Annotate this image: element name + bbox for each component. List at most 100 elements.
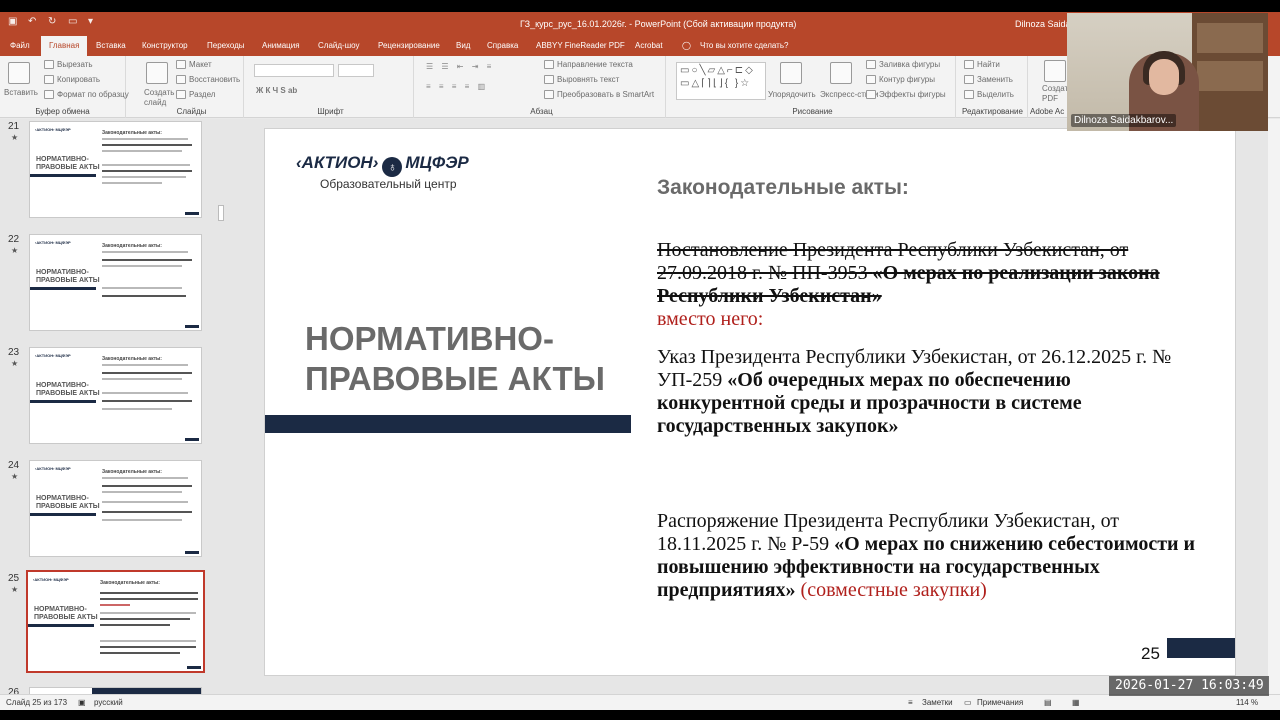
shape-fill-button[interactable]: Заливка фигуры: [866, 60, 940, 69]
copy-button[interactable]: Копировать: [44, 75, 100, 84]
align-text-button[interactable]: Выровнять текст: [544, 75, 619, 84]
zoom-level[interactable]: 114 %: [1236, 698, 1258, 707]
tab-review[interactable]: Рецензирование: [378, 41, 440, 50]
paste-button[interactable]: Вставить: [4, 88, 38, 97]
slide-thumbnail-22[interactable]: ‹АКТИОН› МЦФЭР НОРМАТИВНО- ПРАВОВЫЕ АКТЫ …: [29, 234, 202, 331]
copy-icon: [44, 75, 54, 84]
thumb-line: [102, 265, 182, 267]
replace-button[interactable]: Заменить: [964, 75, 1013, 84]
start-slideshow-icon[interactable]: ▭: [68, 17, 78, 27]
thumbnails-scrollbar[interactable]: [216, 119, 226, 694]
thumb-heading: Законодательные акты:: [102, 356, 162, 362]
slide-thumbnail-25[interactable]: ‹АКТИОН› МЦФЭР НОРМАТИВНО- ПРАВОВЫЕ АКТЫ …: [26, 570, 205, 673]
thumb-number: 24: [8, 460, 20, 471]
spellcheck-icon[interactable]: ▣: [78, 698, 86, 707]
tab-home[interactable]: Главная: [41, 36, 88, 56]
paste-icon[interactable]: [8, 62, 30, 84]
text-direction-button[interactable]: Направление текста: [544, 60, 633, 69]
animation-star-icon: ★: [11, 133, 19, 142]
paragraph-repealed: Постановление Президента Республики Узбе…: [657, 239, 1202, 331]
current-slide[interactable]: ‹АКТИОН› ♁ МЦФЭР Образовательный центр НОР…: [265, 129, 1235, 675]
recording-timestamp: 2026-01-27 16:03:49: [1109, 676, 1269, 696]
pdf-icon[interactable]: [1044, 60, 1066, 82]
format-painter-button[interactable]: Формат по образцу: [44, 90, 129, 99]
layout-button[interactable]: Макет: [176, 60, 212, 69]
comments-icon[interactable]: ▭: [964, 698, 972, 707]
editor-scrollbar[interactable]: [1268, 119, 1280, 694]
language-indicator[interactable]: русский: [94, 698, 123, 707]
smartart-icon: [544, 90, 554, 99]
slide-thumbnail-21[interactable]: ‹АКТИОН› МЦФЭР НОРМАТИВНО- ПРАВОВЫЕ АКТЫ …: [29, 121, 202, 218]
tab-view[interactable]: Вид: [456, 41, 470, 50]
tab-animations[interactable]: Анимация: [262, 41, 300, 50]
smartart-button[interactable]: Преобразовать в SmartArt: [544, 90, 654, 99]
save-icon[interactable]: ▣: [8, 17, 18, 27]
tab-acrobat[interactable]: Acrobat: [635, 41, 663, 50]
font-name-dropdown[interactable]: [254, 64, 334, 77]
thumb-footer-bar: [185, 212, 199, 215]
tab-design[interactable]: Конструктор: [142, 41, 188, 50]
thumb-logo: ‹АКТИОН› МЦФЭР: [35, 240, 71, 245]
thumb-line: [100, 618, 190, 620]
list-buttons[interactable]: ☰ ☰ ⇤ ⇥ ≡: [426, 62, 494, 71]
font-format-buttons[interactable]: Ж К Ч S ab: [256, 86, 297, 95]
thumb-line: [102, 259, 192, 261]
cut-button[interactable]: Вырезать: [44, 60, 93, 69]
scrollbar-thumb[interactable]: [218, 205, 224, 221]
tab-slideshow[interactable]: Слайд-шоу: [318, 41, 359, 50]
tab-transitions[interactable]: Переходы: [207, 41, 245, 50]
thumb-heading: Законодательные акты:: [100, 580, 160, 586]
reset-button[interactable]: Восстановить: [176, 75, 240, 84]
alignment-buttons[interactable]: ≡ ≡ ≡ ≡ ▥: [426, 82, 488, 91]
tell-me-search[interactable]: Что вы хотите сделать?: [700, 41, 788, 50]
thumb-logo: ‹АКТИОН› МЦФЭР: [33, 577, 69, 582]
new-slide-icon[interactable]: [146, 62, 168, 84]
align-text-icon: [544, 75, 554, 84]
webcam-face: [1149, 59, 1179, 95]
thumb-line: [102, 392, 188, 394]
slide-thumbnail-24[interactable]: ‹АКТИОН› МЦФЭР НОРМАТИВНО- ПРАВОВЫЕ АКТЫ …: [29, 460, 202, 557]
lightbulb-icon: ◯: [682, 41, 691, 50]
arrange-button[interactable]: Упорядочить: [768, 90, 816, 99]
comments-button[interactable]: Примечания: [977, 698, 1023, 707]
tab-file[interactable]: Файл: [10, 41, 30, 50]
thumb-logo: ‹АКТИОН› МЦФЭР: [35, 127, 71, 132]
title-underline-bar: [265, 415, 631, 433]
normal-view-icon[interactable]: ▤: [1044, 698, 1052, 707]
thumb-line: [100, 592, 198, 594]
thumb-title: НОРМАТИВНО- ПРАВОВЫЕ АКТЫ: [36, 269, 100, 284]
thumb-line: [102, 144, 192, 146]
tab-insert[interactable]: Вставка: [96, 41, 126, 50]
section-button[interactable]: Раздел: [176, 90, 215, 99]
redo-icon[interactable]: ↻: [48, 17, 58, 27]
sorter-view-icon[interactable]: ▦: [1072, 698, 1080, 707]
tab-help[interactable]: Справка: [487, 41, 518, 50]
find-button[interactable]: Найти: [964, 60, 1000, 69]
shapes-gallery[interactable]: ▭○╲▱△⌐⊏◇ ▭△⌈⌉⌊⌋{ }☆: [676, 62, 766, 100]
paragraph-decree: Указ Президента Республики Узбекистан, о…: [657, 346, 1172, 437]
select-button[interactable]: Выделить: [964, 90, 1014, 99]
tab-abbyy[interactable]: ABBYY FineReader PDF: [536, 41, 625, 50]
notes-button[interactable]: Заметки: [922, 698, 953, 707]
thumb-line: [102, 182, 162, 184]
shape-effects-button[interactable]: Эффекты фигуры: [866, 90, 946, 99]
notes-icon[interactable]: ≡: [908, 698, 913, 707]
thumb-number: 22: [8, 234, 20, 245]
quick-styles-icon[interactable]: [830, 62, 852, 84]
new-slide-button[interactable]: Создать слайд: [144, 88, 180, 108]
layout-icon: [176, 60, 186, 69]
thumb-bar: [30, 400, 96, 403]
thumb-footer-bar: [185, 438, 199, 441]
customize-qat-icon[interactable]: ▾: [88, 17, 98, 27]
arrange-icon[interactable]: [780, 62, 802, 84]
thumb-bar: [30, 513, 96, 516]
shape-outline-button[interactable]: Контур фигуры: [866, 75, 935, 84]
thumb-title: НОРМАТИВНО- ПРАВОВЫЕ АКТЫ: [34, 606, 98, 621]
undo-icon[interactable]: ↶: [28, 17, 38, 27]
slide-thumbnail-26[interactable]: ‹АКТИОН› МЦФЭР: [29, 687, 202, 694]
thumb-line: [102, 501, 188, 503]
slide-thumbnail-23[interactable]: ‹АКТИОН› МЦФЭР НОРМАТИВНО- ПРАВОВЫЕ АКТЫ …: [29, 347, 202, 444]
window-title: ГЗ_курс_рус_16.01.2026г. - PowerPoint (С…: [520, 19, 797, 29]
aktion-logo: ‹АКТИОН› ♁ МЦФЭР Образовательный центр: [296, 153, 469, 191]
font-size-dropdown[interactable]: [338, 64, 374, 77]
